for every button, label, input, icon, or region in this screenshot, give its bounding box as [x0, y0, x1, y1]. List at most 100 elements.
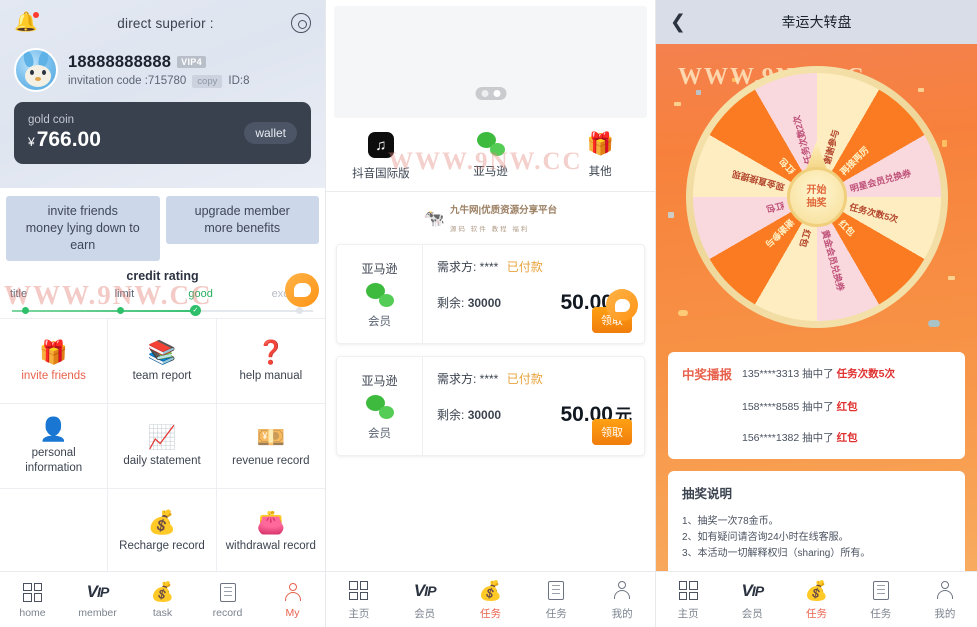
bottom-nav: 主页 VIP 会员 💰 任务 任务 我的	[656, 571, 977, 627]
task-remaining: 剩余: 30000	[437, 406, 501, 423]
notification-dot	[33, 12, 39, 18]
tab-record[interactable]: 任务	[849, 579, 913, 621]
wechat-icon	[476, 132, 505, 156]
avatar-eye-right	[42, 70, 46, 75]
confetti	[674, 102, 681, 106]
winner-prize: 任务次数5次	[836, 368, 896, 380]
menu-item-invite-friends[interactable]: 🎁 invite friends	[0, 319, 109, 404]
user-info: 18888888888 VIP4 invitation code :715780…	[68, 53, 249, 88]
bottom-nav: 主页 VIP 会员 💰 任务 任务 我的	[326, 571, 655, 627]
wheel-body: WWW.9NW.CC 谢谢参与 再接再厉 明星会员兑换券 任务次数5次 红包 黄…	[656, 44, 977, 627]
wallet-button[interactable]: wallet	[244, 122, 297, 144]
app-other[interactable]: 🎁 其他	[545, 132, 655, 181]
winner-prize: 红包	[836, 401, 858, 413]
menu-label: invite friends	[21, 369, 86, 382]
winner-phone: 135****3313	[742, 368, 800, 380]
divider	[326, 191, 655, 192]
carousel-dot-1[interactable]	[481, 90, 488, 97]
credit-tick-good: good	[188, 288, 213, 300]
vip-badge: VIP4	[177, 56, 206, 68]
app-label: 抖音国际版	[352, 168, 410, 180]
tiktok-icon: ♫	[367, 132, 394, 158]
tab-member[interactable]: VIP 会员	[720, 579, 784, 621]
tab-mine[interactable]: 我的	[589, 579, 655, 621]
money-bag-icon: 💰	[804, 580, 829, 602]
winner-prize: 红包	[836, 432, 858, 444]
menu-item-revenue-record[interactable]: 💴 revenue record	[216, 404, 325, 489]
chat-bubble-icon	[293, 283, 311, 297]
menu-label: personal information	[25, 447, 83, 474]
tab-mine[interactable]: 我的	[913, 579, 977, 621]
chevron-left-icon[interactable]: ❮	[670, 11, 696, 34]
copy-button[interactable]: copy	[192, 74, 223, 88]
tab-label: task	[152, 607, 173, 619]
coin-amount-row: ¥766.00	[28, 128, 101, 152]
promo-a-line2: money lying down to	[25, 221, 140, 235]
credit-node-current: ✓	[189, 305, 201, 316]
task-card[interactable]: 亚马逊 会员 需求方: **** 已付款 剩余: 30000 50.00元 领取	[336, 356, 645, 456]
menu-item-daily-statement[interactable]: 📈 daily statement	[108, 404, 217, 489]
banner-carousel[interactable]	[334, 6, 647, 118]
credit-progress-line	[12, 310, 313, 312]
gear-icon[interactable]	[291, 13, 311, 33]
notification-bell-button[interactable]: 🔔	[14, 11, 40, 35]
app-label: 其他	[588, 166, 612, 178]
brand-sub: 源码 软件 教程 福利	[450, 226, 530, 233]
carousel-dots[interactable]	[475, 87, 506, 100]
tab-home[interactable]: 主页	[326, 579, 392, 621]
menu-item-help-manual[interactable]: ❓ help manual	[216, 319, 325, 404]
clipboard-icon	[219, 580, 236, 604]
tab-task[interactable]: 💰 任务	[458, 579, 524, 621]
app-tiktok[interactable]: ♫ 抖音国际版	[326, 132, 436, 181]
wechat-icon	[365, 394, 394, 419]
tab-my[interactable]: My	[260, 580, 325, 619]
task-card[interactable]: 亚马逊 会员 需求方: **** 已付款 剩余: 30000 50.00元 领取	[336, 244, 645, 344]
grid-icon	[349, 579, 369, 603]
money-bag-icon: 💰	[150, 582, 175, 603]
customer-service-button[interactable]	[606, 289, 638, 321]
vip-icon: VIP	[741, 580, 764, 600]
carousel-dot-2[interactable]	[493, 90, 500, 97]
bottom-nav: home VIP member 💰 task record My	[0, 571, 325, 627]
credit-rating-section: credit rating title limit good excellent…	[0, 261, 325, 318]
promo-row: invite friends money lying down to earn …	[0, 196, 325, 261]
tab-record[interactable]: 任务	[523, 579, 589, 621]
wheel-lower-content: 中奖播报 135****3313 抽中了 任务次数5次 158****8585 抽…	[656, 344, 977, 595]
claim-button[interactable]: 领取	[592, 419, 632, 445]
customer-service-button[interactable]	[285, 273, 319, 307]
task-remaining-value: 30000	[467, 295, 502, 310]
credit-node-4	[295, 307, 303, 314]
tab-member[interactable]: VIP 会员	[392, 579, 458, 621]
tab-task[interactable]: 💰 task	[130, 580, 195, 619]
lucky-wheel[interactable]: 谢谢参与 再接再厉 明星会员兑换券 任务次数5次 红包 黄金会员兑换券 红包 谢…	[685, 66, 948, 328]
tab-label: 任务	[479, 607, 501, 620]
task-member-label: 会员	[368, 427, 391, 440]
tab-record[interactable]: record	[195, 580, 260, 619]
coin-left: gold coin ¥766.00	[28, 114, 101, 152]
user-summary: 18888888888 VIP4 invitation code :715780…	[14, 48, 311, 92]
page-title: 幸运大转盘	[781, 14, 852, 30]
tab-home[interactable]: home	[0, 580, 65, 619]
promo-a-line1: invite friends	[47, 204, 118, 218]
task-platform-name: 亚马逊	[361, 373, 398, 388]
broadcast-text: 135****3313 抽中了 任务次数5次	[742, 364, 895, 381]
winner-phone: 158****8585	[742, 401, 800, 413]
app-amazon[interactable]: 亚马逊	[436, 132, 546, 181]
vip-icon: VIP	[86, 582, 110, 601]
tab-member[interactable]: VIP member	[65, 580, 130, 619]
task-member-label: 会员	[368, 315, 391, 328]
menu-item-personal-information[interactable]: 👤 personal information	[0, 404, 109, 489]
avatar[interactable]	[14, 48, 58, 92]
promo-upgrade-member[interactable]: upgrade member more benefits	[165, 196, 319, 244]
start-draw-button[interactable]: 开始 抽奖	[786, 167, 847, 227]
profile-topbar: 🔔 direct superior :	[14, 0, 311, 46]
tab-task[interactable]: 💰 任务	[784, 579, 848, 621]
menu-item-recharge-record[interactable]: 💰 Recharge record	[108, 489, 217, 574]
broadcast-text: 156****1382 抽中了 红包	[742, 428, 858, 445]
tab-home[interactable]: 主页	[656, 579, 720, 621]
menu-item-withdrawal-record[interactable]: 👛 withdrawal record	[216, 489, 325, 574]
promo-invite-friends[interactable]: invite friends money lying down to earn	[6, 196, 160, 261]
task-platform: 亚马逊 会员	[337, 245, 423, 343]
user-phone-row: 18888888888 VIP4	[68, 53, 249, 72]
menu-item-team-report[interactable]: 📚 team report	[108, 319, 217, 404]
